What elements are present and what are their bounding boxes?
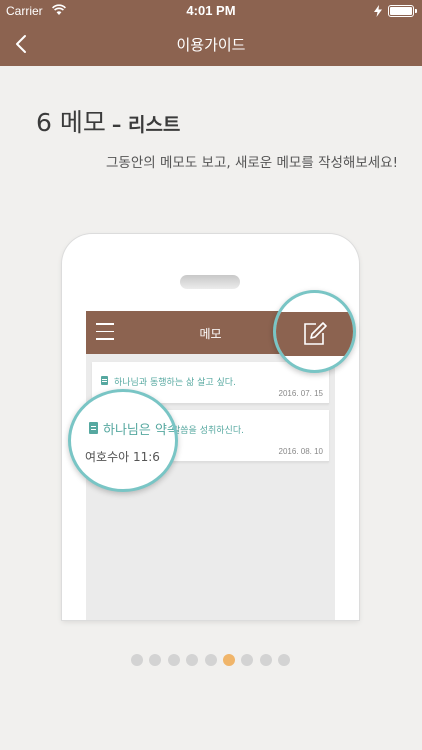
page-dot[interactable] <box>131 654 143 666</box>
page-dot-active[interactable] <box>223 654 235 666</box>
magnifier-memo-detail: 하나님은 약속 여호수아 11:6 <box>68 389 178 492</box>
pagination-dots <box>131 654 291 666</box>
page-dot[interactable] <box>204 654 217 666</box>
memo-icon <box>89 422 98 434</box>
status-bar: Carrier 4:01 PM <box>0 0 422 22</box>
charging-icon <box>374 5 382 17</box>
guide-heading-main: 6 메모 <box>36 108 106 137</box>
magnified-memo-reference: 여호수아 11:6 <box>85 450 160 464</box>
memo-text: 하나님과 동행하는 삶 살고 싶다. <box>114 378 236 388</box>
page-dot[interactable] <box>241 654 254 666</box>
page-dot[interactable] <box>259 654 272 666</box>
battery-icon <box>388 5 417 17</box>
page-dot[interactable] <box>186 654 199 666</box>
navigation-bar: 이용가이드 <box>0 22 422 66</box>
edit-icon <box>304 322 327 345</box>
page-dot[interactable] <box>149 654 162 666</box>
guide-description: 그동안의 메모도 보고, 새로운 메모를 작성해보세요! <box>106 155 398 171</box>
memo-text: 말씀을 성취하신다. <box>172 426 244 436</box>
page-title: 이용가이드 <box>176 36 246 54</box>
app-header: Carrier 4:01 PM 이용가이드 <box>0 0 422 66</box>
guide-heading: 6 메모 – 리스트 <box>36 103 180 139</box>
memo-date: 2016. 07. 15 <box>278 389 323 398</box>
page-dot[interactable] <box>278 654 291 666</box>
clock: 4:01 PM <box>186 3 236 18</box>
guide-heading-sub: – 리스트 <box>111 114 181 136</box>
page-dot[interactable] <box>167 654 180 666</box>
memo-icon <box>101 376 108 385</box>
phone-speaker <box>180 275 240 289</box>
magnifier-edit-button <box>273 290 356 373</box>
memo-date: 2016. 08. 10 <box>278 447 323 456</box>
magnified-memo-text: 하나님은 약속 <box>103 423 178 438</box>
